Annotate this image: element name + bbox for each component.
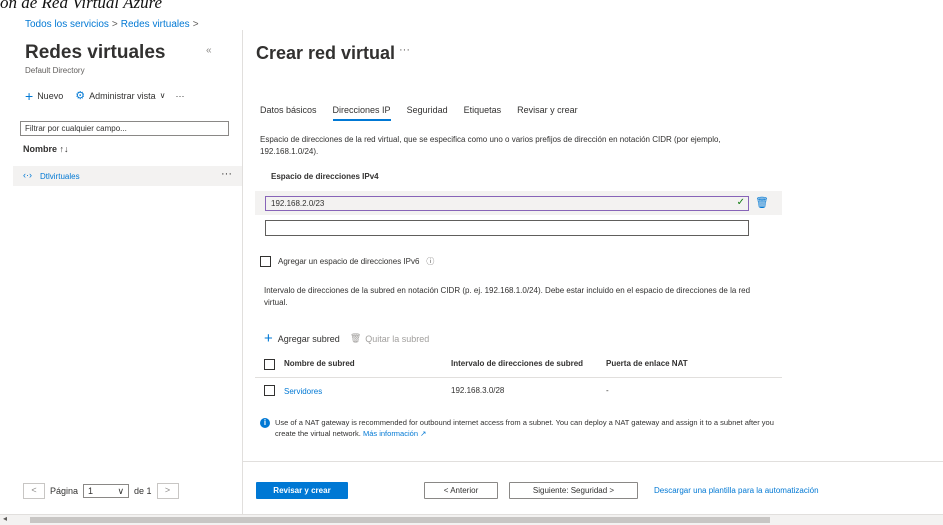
page-select-value: 1 <box>88 486 94 496</box>
address-space-description: Espacio de direcciones de la red virtual… <box>260 135 721 156</box>
collapse-blade-icon[interactable]: « <box>206 45 212 56</box>
breadcrumb-separator: > <box>111 19 118 30</box>
learn-more-link[interactable]: Más información <box>363 429 418 438</box>
review-create-button[interactable]: Revisar y crear <box>256 482 348 499</box>
breadcrumb: Todos los servicios > Redes virtuales > <box>25 19 202 30</box>
page-title: Crear red virtual <box>256 43 396 63</box>
new-button[interactable]: + Nuevo <box>25 87 64 104</box>
subnet-description: Intervalo de direcciones de la subred en… <box>264 286 751 307</box>
subnet-name-link[interactable]: Servidores <box>284 387 322 396</box>
plus-icon: + <box>25 87 34 104</box>
breadcrumb-virtual-networks[interactable]: Redes virtuales <box>121 19 190 30</box>
list-item[interactable]: ‹·› Dtlvirtuales ··· <box>13 166 242 186</box>
pager: < Página 1 ∨ de 1 > <box>23 483 179 499</box>
new-button-label: Nuevo <box>37 90 64 101</box>
left-blade <box>0 30 243 514</box>
title-more-button[interactable]: ··· <box>399 44 410 56</box>
ipv4-address-value: 192.168.2.0/23 <box>271 199 325 208</box>
manage-view-label: Administrar vista <box>89 90 156 101</box>
info-icon[interactable]: ⓘ <box>426 256 434 267</box>
column-header-nat-gateway[interactable]: Puerta de enlace NAT <box>606 359 688 368</box>
breadcrumb-separator-trailing: > <box>192 19 199 30</box>
list-item-more-button[interactable]: ··· <box>221 168 232 180</box>
ipv6-checkbox-label: Agregar un espacio de direcciones IPv6 <box>278 257 420 266</box>
nat-info-text: Use of a NAT gateway is recommended for … <box>275 417 790 439</box>
list-item-label[interactable]: Dtlvirtuales <box>40 172 80 181</box>
footer-divider <box>243 461 943 462</box>
ipv4-section-label: Espacio de direcciones IPv4 <box>271 172 379 181</box>
next-page-button[interactable]: > <box>156 483 179 499</box>
left-blade-subtitle: Default Directory <box>25 66 85 75</box>
page-label: Página <box>50 486 79 496</box>
select-all-checkbox[interactable] <box>264 357 275 375</box>
gear-icon: ⚙ <box>75 90 86 102</box>
breadcrumb-all-services[interactable]: Todos los servicios <box>25 19 109 30</box>
remove-subnet-label: Quitar la subred <box>365 333 430 344</box>
previous-button[interactable]: < Anterior <box>424 482 498 499</box>
manage-view-button[interactable]: ⚙ Administrar vista ∨ <box>75 89 165 102</box>
plus-icon: + <box>264 329 273 347</box>
ipv4-address-input[interactable]: 192.168.2.0/23 ✓ <box>265 196 749 211</box>
next-security-button[interactable]: Siguiente: Seguridad > <box>509 482 638 499</box>
ipv6-checkbox[interactable] <box>260 256 271 267</box>
horizontal-scrollbar[interactable]: ◂ <box>0 514 943 525</box>
virtual-network-icon: ‹·› <box>23 170 32 180</box>
external-link-icon: ↗ <box>420 429 427 438</box>
ipv6-option: Agregar un espacio de direcciones IPv6 ⓘ <box>260 256 434 267</box>
filter-input[interactable]: Filtrar por cualquier campo... <box>20 121 229 136</box>
ipv4-new-address-input[interactable] <box>265 220 749 236</box>
add-subnet-button[interactable]: + Agregar subred <box>264 329 340 347</box>
chevron-down-icon: ∨ <box>117 485 125 496</box>
delete-icon[interactable]: 🗑 <box>755 196 769 209</box>
tab-strip: Datos básicos Direcciones IP Seguridad E… <box>260 105 578 121</box>
subnet-actions: + Agregar subred 🗑 Quitar la subred <box>264 329 429 347</box>
tab-basics[interactable]: Datos básicos <box>260 105 317 121</box>
column-header-subnet-name[interactable]: Nombre de subred <box>284 359 355 368</box>
nat-info-message: i Use of a NAT gateway is recommended fo… <box>260 417 790 439</box>
table-divider <box>255 377 782 378</box>
trash-icon: 🗑 <box>349 333 362 343</box>
info-icon: i <box>260 418 270 428</box>
tab-tags[interactable]: Etiquetas <box>464 105 502 121</box>
figure-caption: ón de Red Virtual Azure <box>0 0 163 12</box>
select-all-checkbox-box <box>264 359 275 370</box>
column-header-subnet-range[interactable]: Intervalo de direcciones de subred <box>451 359 583 368</box>
checkmark-icon: ✓ <box>736 197 745 208</box>
remove-subnet-button[interactable]: 🗑 Quitar la subred <box>350 333 429 344</box>
download-template-link[interactable]: Descargar una plantilla para la automati… <box>654 486 819 495</box>
tab-ip-addresses[interactable]: Direcciones IP <box>332 105 391 121</box>
prev-page-button[interactable]: < <box>23 483 45 499</box>
page-total-label: de 1 <box>134 486 152 496</box>
scroll-left-icon[interactable]: ◂ <box>3 514 7 523</box>
name-column-header[interactable]: Nombre ↑↓ <box>23 144 69 154</box>
nat-info-body: Use of a NAT gateway is recommended for … <box>275 418 774 438</box>
tab-security[interactable]: Seguridad <box>407 105 448 121</box>
nat-gateway-cell: - <box>606 386 609 395</box>
subnet-range-cell: 192.168.3.0/28 <box>451 386 505 395</box>
scrollbar-thumb[interactable] <box>30 517 770 523</box>
more-options-button[interactable]: ··· <box>175 91 184 101</box>
row-checkbox-box <box>264 385 275 396</box>
add-subnet-label: Agregar subred <box>277 333 340 344</box>
left-toolbar: + Nuevo ⚙ Administrar vista ∨ ··· <box>25 87 184 104</box>
row-checkbox[interactable] <box>264 383 275 401</box>
left-blade-title: Redes virtuales <box>25 42 166 63</box>
tab-review-create[interactable]: Revisar y crear <box>517 105 578 121</box>
page-select[interactable]: 1 ∨ <box>83 484 130 498</box>
chevron-down-icon: ∨ <box>159 91 166 100</box>
